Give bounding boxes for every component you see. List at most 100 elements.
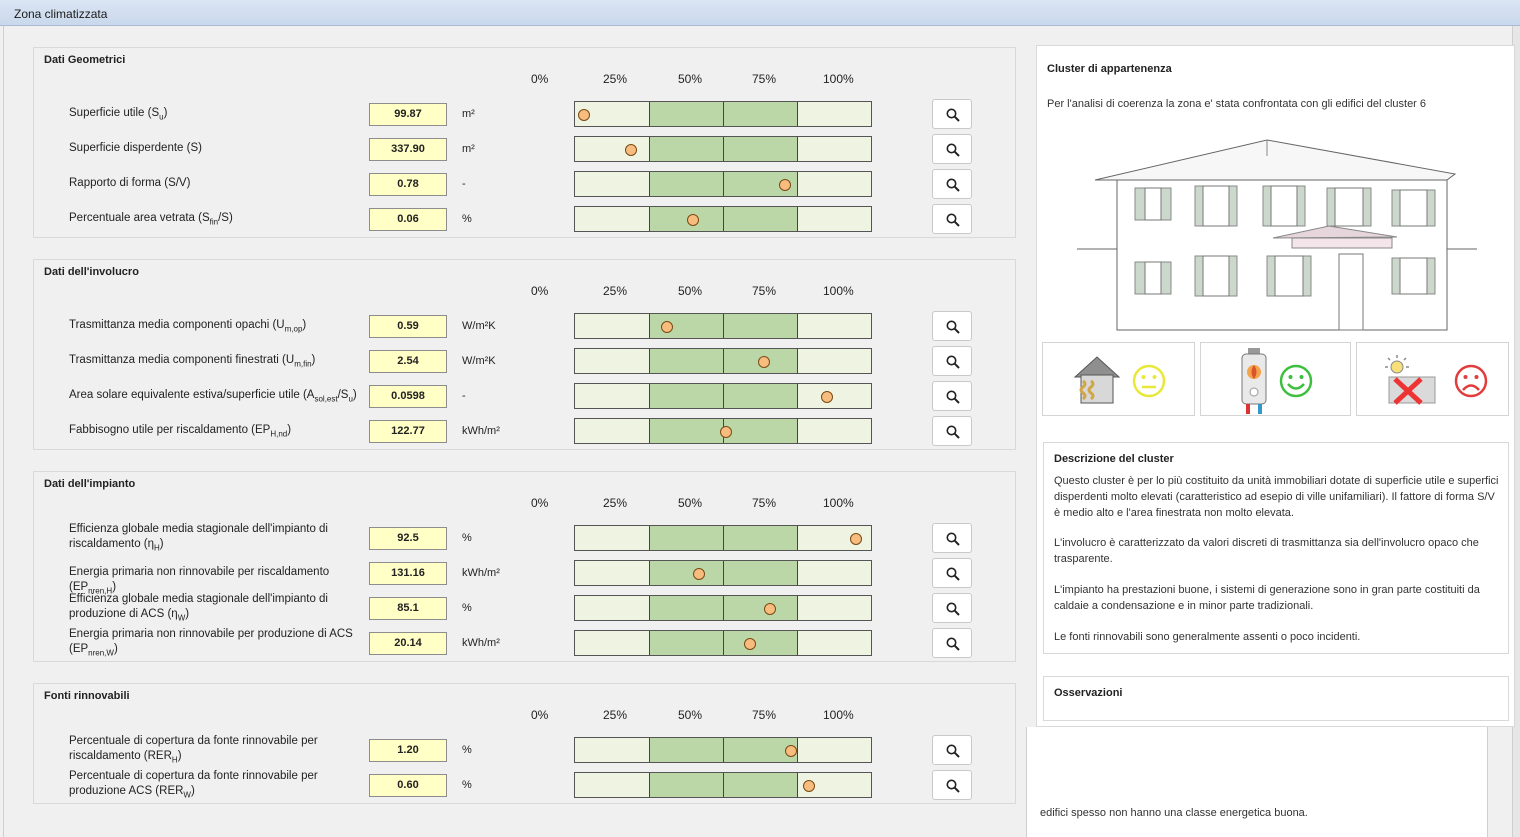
scale-label: 25% xyxy=(603,284,628,298)
magnifier-icon xyxy=(946,779,960,793)
value-field: 122.77 xyxy=(369,420,447,443)
unit-label: % xyxy=(462,779,472,791)
detail-zoom-button[interactable] xyxy=(932,204,972,234)
scale-label: 100% xyxy=(823,708,854,722)
detail-zoom-button[interactable] xyxy=(932,311,972,341)
scale-label: 50% xyxy=(678,72,703,86)
unit-label: % xyxy=(462,532,472,544)
row-label: Percentuale di copertura da fonte rinnov… xyxy=(69,734,359,767)
row-label-text: Fabbisogno utile per riscaldamento (EP xyxy=(69,424,271,436)
quartile-divider xyxy=(723,384,724,408)
scale-label: 100% xyxy=(823,72,854,86)
quartile-divider xyxy=(797,349,798,373)
scale-label: 0% xyxy=(531,72,549,86)
quartile-divider xyxy=(649,596,650,620)
scale-label: 25% xyxy=(603,496,628,510)
percentile-bar xyxy=(574,313,872,339)
quartile-divider xyxy=(797,596,798,620)
row-label: Efficienza globale media stagionale dell… xyxy=(69,592,359,625)
percentile-bar xyxy=(574,136,872,162)
detail-zoom-button[interactable] xyxy=(932,134,972,164)
magnifier-icon xyxy=(946,143,960,157)
scale-label: 50% xyxy=(678,708,703,722)
row-label-text: Efficienza globale media stagionale dell… xyxy=(69,593,328,620)
quartile-divider xyxy=(649,384,650,408)
detail-zoom-button[interactable] xyxy=(932,346,972,376)
unit-label: m² xyxy=(462,108,475,120)
magnifier-icon xyxy=(946,425,960,439)
percentile-bar xyxy=(574,525,872,551)
value-field: 85.1 xyxy=(369,597,447,620)
row-label-suffix: ) xyxy=(185,608,190,620)
value-marker xyxy=(577,109,590,121)
row-label-text: Rapporto di forma (S/V) xyxy=(69,177,191,189)
detail-zoom-button[interactable] xyxy=(932,523,972,553)
detail-zoom-button[interactable] xyxy=(932,381,972,411)
unit-label: m² xyxy=(462,143,475,155)
section-title: Dati Geometrici xyxy=(44,54,126,66)
value-field: 1.20 xyxy=(369,739,447,762)
magnifier-icon xyxy=(946,567,960,581)
unit-label: - xyxy=(462,178,466,190)
detail-zoom-button[interactable] xyxy=(932,99,972,129)
cluster-description-box: Descrizione del cluster Questo cluster è… xyxy=(1043,442,1509,654)
value-marker xyxy=(660,321,673,333)
magnifier-icon xyxy=(946,213,960,227)
scale-label: 25% xyxy=(603,72,628,86)
row-label-subscript: sol,est xyxy=(314,394,338,404)
magnifier-icon xyxy=(946,532,960,546)
unit-label: - xyxy=(462,390,466,402)
row-label-suffix: ) xyxy=(113,643,118,655)
scale-label: 0% xyxy=(531,708,549,722)
row-label-text: Trasmittanza media componenti finestrati… xyxy=(69,354,295,366)
scale-label: 100% xyxy=(823,284,854,298)
row-label-suffix: /S) xyxy=(218,212,233,224)
detail-zoom-button[interactable] xyxy=(932,416,972,446)
quartile-divider xyxy=(649,314,650,338)
row-label-suffix: ) xyxy=(190,785,195,797)
quartile-divider xyxy=(797,631,798,655)
row-label: Superficie disperdente (S) xyxy=(69,141,359,156)
percentile-bar xyxy=(574,418,872,444)
row-label-text: Superficie utile (S xyxy=(69,107,160,119)
row-label-subscript: W xyxy=(183,790,191,800)
house-illustration xyxy=(1077,139,1477,331)
value-field: 99.87 xyxy=(369,103,447,126)
detail-zoom-button[interactable] xyxy=(932,593,972,623)
detail-zoom-button[interactable] xyxy=(932,169,972,199)
value-marker xyxy=(785,745,798,757)
magnifier-icon xyxy=(946,602,960,616)
quartile-divider xyxy=(723,137,724,161)
section-title: Dati dell'involucro xyxy=(44,266,139,278)
unit-label: % xyxy=(462,744,472,756)
value-marker xyxy=(850,533,863,545)
quartile-divider xyxy=(797,419,798,443)
unit-label: % xyxy=(462,602,472,614)
magnifier-icon xyxy=(946,637,960,651)
scale-label: 25% xyxy=(603,708,628,722)
detail-zoom-button[interactable] xyxy=(932,628,972,658)
quartile-divider xyxy=(797,384,798,408)
row-label-suffix: ) xyxy=(311,354,316,366)
cluster-description-p2: L'involucro è caratterizzato da valori d… xyxy=(1054,537,1479,565)
solar-panel-crossed-icon xyxy=(1385,355,1436,405)
row-label-subscript: nren,W xyxy=(88,648,114,658)
magnifier-icon xyxy=(946,178,960,192)
quartile-divider xyxy=(797,137,798,161)
row-label: Trasmittanza media componenti opachi (Um… xyxy=(69,318,359,336)
magnifier-icon xyxy=(946,390,960,404)
quartile-divider xyxy=(649,631,650,655)
window-titlebar: Zona climatizzata xyxy=(0,0,1520,26)
row-label-suffix: ) xyxy=(177,750,182,762)
cluster-description-title: Descrizione del cluster xyxy=(1054,453,1174,465)
percentile-bar xyxy=(574,560,872,586)
section-dati-geometrici: Dati Geometrici 0% 25% 50% 75% 100% Superficie… xyxy=(33,47,1016,238)
detail-zoom-button[interactable] xyxy=(932,558,972,588)
unit-label: kWh/m² xyxy=(462,637,500,649)
row-label-text: Efficienza globale media stagionale dell… xyxy=(69,523,328,550)
detail-zoom-button[interactable] xyxy=(932,770,972,800)
quartile-divider xyxy=(649,738,650,762)
quartile-divider xyxy=(649,561,650,585)
detail-zoom-button[interactable] xyxy=(932,735,972,765)
percentile-bar xyxy=(574,383,872,409)
